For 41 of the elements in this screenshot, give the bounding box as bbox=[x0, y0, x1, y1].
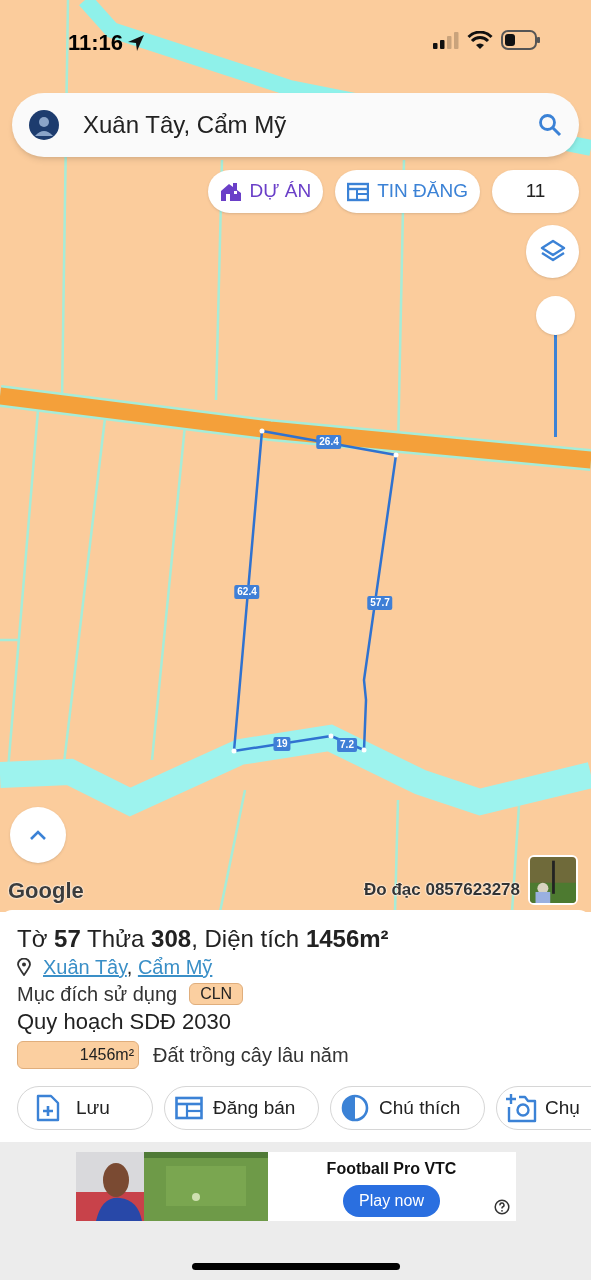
house-icon bbox=[219, 181, 242, 202]
battery-icon bbox=[501, 30, 541, 50]
edge-length-label: 26.4 bbox=[316, 435, 342, 449]
play-now-button[interactable]: Play now bbox=[343, 1184, 440, 1217]
search-value: Xuân Tây, Cẩm Mỹ bbox=[83, 110, 288, 140]
purpose-label: Mục đích sử dụng bbox=[17, 982, 178, 1007]
planning-title: Quy hoạch SDĐ 2030 bbox=[17, 1008, 233, 1036]
filter-chip[interactable]: TIN ĐĂNG bbox=[335, 170, 480, 213]
add-file-icon bbox=[36, 1094, 60, 1122]
table-icon bbox=[175, 1096, 203, 1120]
edge-length-label: 57.7 bbox=[367, 596, 393, 610]
search-field[interactable]: Xuân Tây, Cẩm Mỹ bbox=[12, 93, 579, 157]
contrast-icon bbox=[341, 1094, 369, 1122]
wifi-icon bbox=[467, 30, 493, 50]
planning-area-bar: 1456m² bbox=[17, 1041, 139, 1069]
planning-use: Đất trồng cây lâu năm bbox=[153, 1043, 349, 1068]
ad-title: Football Pro VTC bbox=[326, 1158, 457, 1179]
avatar[interactable] bbox=[29, 110, 59, 140]
signal-icon bbox=[433, 31, 459, 49]
map-logo: Google bbox=[8, 877, 84, 905]
search-icon[interactable] bbox=[538, 113, 562, 137]
filter-chip[interactable]: DỰ ÁN bbox=[207, 170, 324, 213]
status-time: 11:16 bbox=[68, 29, 124, 57]
action-button[interactable]: Lưu bbox=[17, 1086, 153, 1130]
map-credit: Đo đạc 0857623278 bbox=[364, 879, 520, 901]
location-pin-icon bbox=[17, 958, 31, 976]
action-button[interactable]: Chú thích bbox=[330, 1086, 485, 1130]
action-button[interactable]: Đăng bán bbox=[164, 1086, 319, 1130]
parcel-title: Tờ 57 Thửa 308, Diện tích 1456m² bbox=[17, 924, 390, 954]
edge-length-label: 62.4 bbox=[234, 585, 260, 599]
help-icon[interactable] bbox=[493, 1199, 510, 1215]
table-icon bbox=[347, 181, 370, 202]
edge-length-label: 7.2 bbox=[337, 738, 357, 752]
location-link[interactable]: Xuân Tây bbox=[43, 956, 127, 978]
chevron-up-icon bbox=[29, 830, 47, 840]
edge-length-label: 19 bbox=[273, 737, 291, 751]
add-photo-icon bbox=[505, 1093, 537, 1123]
land-use-code: CLN bbox=[189, 983, 244, 1005]
location-arrow-icon bbox=[127, 33, 146, 52]
location-link[interactable]: Cẩm Mỹ bbox=[137, 956, 213, 978]
action-button[interactable]: Chụ bbox=[496, 1086, 591, 1130]
